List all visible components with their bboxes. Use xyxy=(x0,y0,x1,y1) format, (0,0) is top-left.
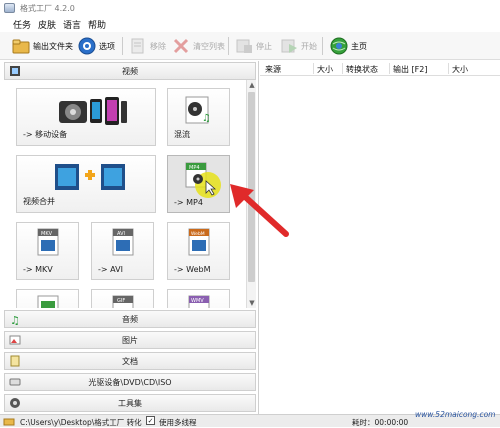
svg-text:MP4: MP4 xyxy=(189,165,200,171)
audio-section-icon: ♫ xyxy=(10,314,20,325)
title-bar: 格式工厂 4.2.0 xyxy=(0,0,500,16)
svg-text:AVI: AVI xyxy=(117,231,125,237)
gif-format-icon: GIF xyxy=(112,295,134,308)
output-path[interactable]: C:\Users\y\Desktop\格式工厂 转化 xyxy=(20,417,142,428)
menu-skin[interactable]: 皮肤 xyxy=(38,18,56,31)
col-output[interactable]: 输出 [F2] xyxy=(393,64,427,75)
folder-icon xyxy=(3,418,15,426)
utilities-icon xyxy=(10,398,20,408)
svg-text:WebM: WebM xyxy=(191,231,205,237)
column-divider xyxy=(448,63,449,74)
watermark: www.52maicong.com xyxy=(415,410,496,419)
home-button[interactable]: 主页 xyxy=(330,35,367,57)
folder-icon xyxy=(12,37,30,55)
toolbar-separator xyxy=(322,37,323,55)
avi-format-icon: AVI xyxy=(112,228,134,256)
task-list[interactable]: 来源 大小 转换状态 输出 [F2] 大小 xyxy=(260,61,500,414)
stop-button[interactable]: 停止 xyxy=(235,35,272,57)
video-merge-icon xyxy=(55,164,125,190)
tile-mobile-device[interactable]: -> 移动设备 xyxy=(16,88,156,146)
mux-icon: ♫ xyxy=(185,96,211,124)
toolbar-separator xyxy=(122,37,123,55)
app-icon xyxy=(4,3,15,13)
start-icon xyxy=(280,37,298,55)
tile-to-wmv[interactable]: WMV xyxy=(167,289,230,308)
section-audio[interactable]: ♫ 音频 xyxy=(4,310,256,328)
scroll-down-icon[interactable]: ▼ xyxy=(248,299,256,307)
toolbar-separator xyxy=(228,37,229,55)
menu-help[interactable]: 帮助 xyxy=(88,18,106,31)
svg-text:♫: ♫ xyxy=(10,314,20,325)
document-section-icon xyxy=(10,355,20,367)
mkv-format-icon: MKV xyxy=(37,228,59,256)
menu-task[interactable]: 任务 xyxy=(13,18,31,31)
scroll-up-icon[interactable]: ▲ xyxy=(248,81,256,89)
svg-text:WMV: WMV xyxy=(191,298,204,304)
start-button[interactable]: 开始 xyxy=(280,35,317,57)
format-icon xyxy=(37,295,59,308)
elapsed-time: 耗时：00:00:00 xyxy=(352,418,409,427)
svg-text:GIF: GIF xyxy=(117,298,125,304)
toolbar: 输出文件夹 选项 移除 清空列表 停止 开始 主页 xyxy=(0,32,500,60)
svg-text:♫: ♫ xyxy=(202,113,211,124)
tile-mux[interactable]: ♫ 混流 xyxy=(167,88,230,146)
home-globe-icon xyxy=(330,37,348,55)
clear-list-button[interactable]: 清空列表 xyxy=(172,35,225,57)
tile-to-webm[interactable]: WebM -> WebM xyxy=(167,222,230,280)
stop-icon xyxy=(235,37,253,55)
section-document[interactable]: 文档 xyxy=(4,352,256,370)
task-list-header: 来源 大小 转换状态 输出 [F2] 大小 xyxy=(260,61,500,76)
wmv-format-icon: WMV xyxy=(188,295,210,308)
output-folder-button[interactable]: 输出文件夹 xyxy=(12,35,73,57)
mp4-format-icon: MP4 xyxy=(185,162,221,198)
multithread-checkbox[interactable]: ✓ xyxy=(146,416,155,425)
multithread-label: 使用多线程 xyxy=(159,418,197,427)
column-divider xyxy=(313,63,314,74)
col-output-size[interactable]: 大小 xyxy=(452,64,468,75)
optical-drive-icon xyxy=(9,378,21,386)
options-button[interactable]: 选项 xyxy=(78,35,115,57)
section-video[interactable]: 视频 xyxy=(4,62,256,80)
column-divider xyxy=(389,63,390,74)
annotation-arrow xyxy=(230,184,289,237)
video-format-grid: -> 移动设备 ♫ 混流 视频合并 MP4 -> MP4 MKV -> MKV … xyxy=(4,80,244,308)
remove-button[interactable]: 移除 xyxy=(129,35,166,57)
tile-format-partial[interactable] xyxy=(16,289,79,308)
image-section-icon xyxy=(9,335,21,345)
clear-list-icon xyxy=(172,37,190,55)
section-utilities[interactable]: 工具集 xyxy=(4,394,256,412)
tile-video-merge[interactable]: 视频合并 xyxy=(16,155,156,213)
col-size[interactable]: 大小 xyxy=(317,64,333,75)
tile-to-gif[interactable]: GIF xyxy=(91,289,154,308)
options-icon xyxy=(78,37,96,55)
video-section-icon xyxy=(10,66,20,76)
remove-icon xyxy=(129,37,147,55)
section-image[interactable]: 图片 xyxy=(4,331,256,349)
mobile-device-icon xyxy=(59,97,127,125)
window-title: 格式工厂 4.2.0 xyxy=(20,4,75,13)
webm-format-icon: WebM xyxy=(188,228,210,256)
col-status[interactable]: 转换状态 xyxy=(346,64,378,75)
tile-to-mkv[interactable]: MKV -> MKV xyxy=(16,222,79,280)
menu-language[interactable]: 语言 xyxy=(63,18,81,31)
tile-to-avi[interactable]: AVI -> AVI xyxy=(91,222,154,280)
section-rom-device[interactable]: 光驱设备\DVD\CD\ISO xyxy=(4,373,256,391)
col-source[interactable]: 来源 xyxy=(265,64,281,75)
tile-to-mp4[interactable]: MP4 -> MP4 xyxy=(167,155,230,213)
menu-bar: 任务 皮肤 语言 帮助 xyxy=(0,16,500,32)
svg-text:MKV: MKV xyxy=(41,231,53,237)
column-divider xyxy=(342,63,343,74)
